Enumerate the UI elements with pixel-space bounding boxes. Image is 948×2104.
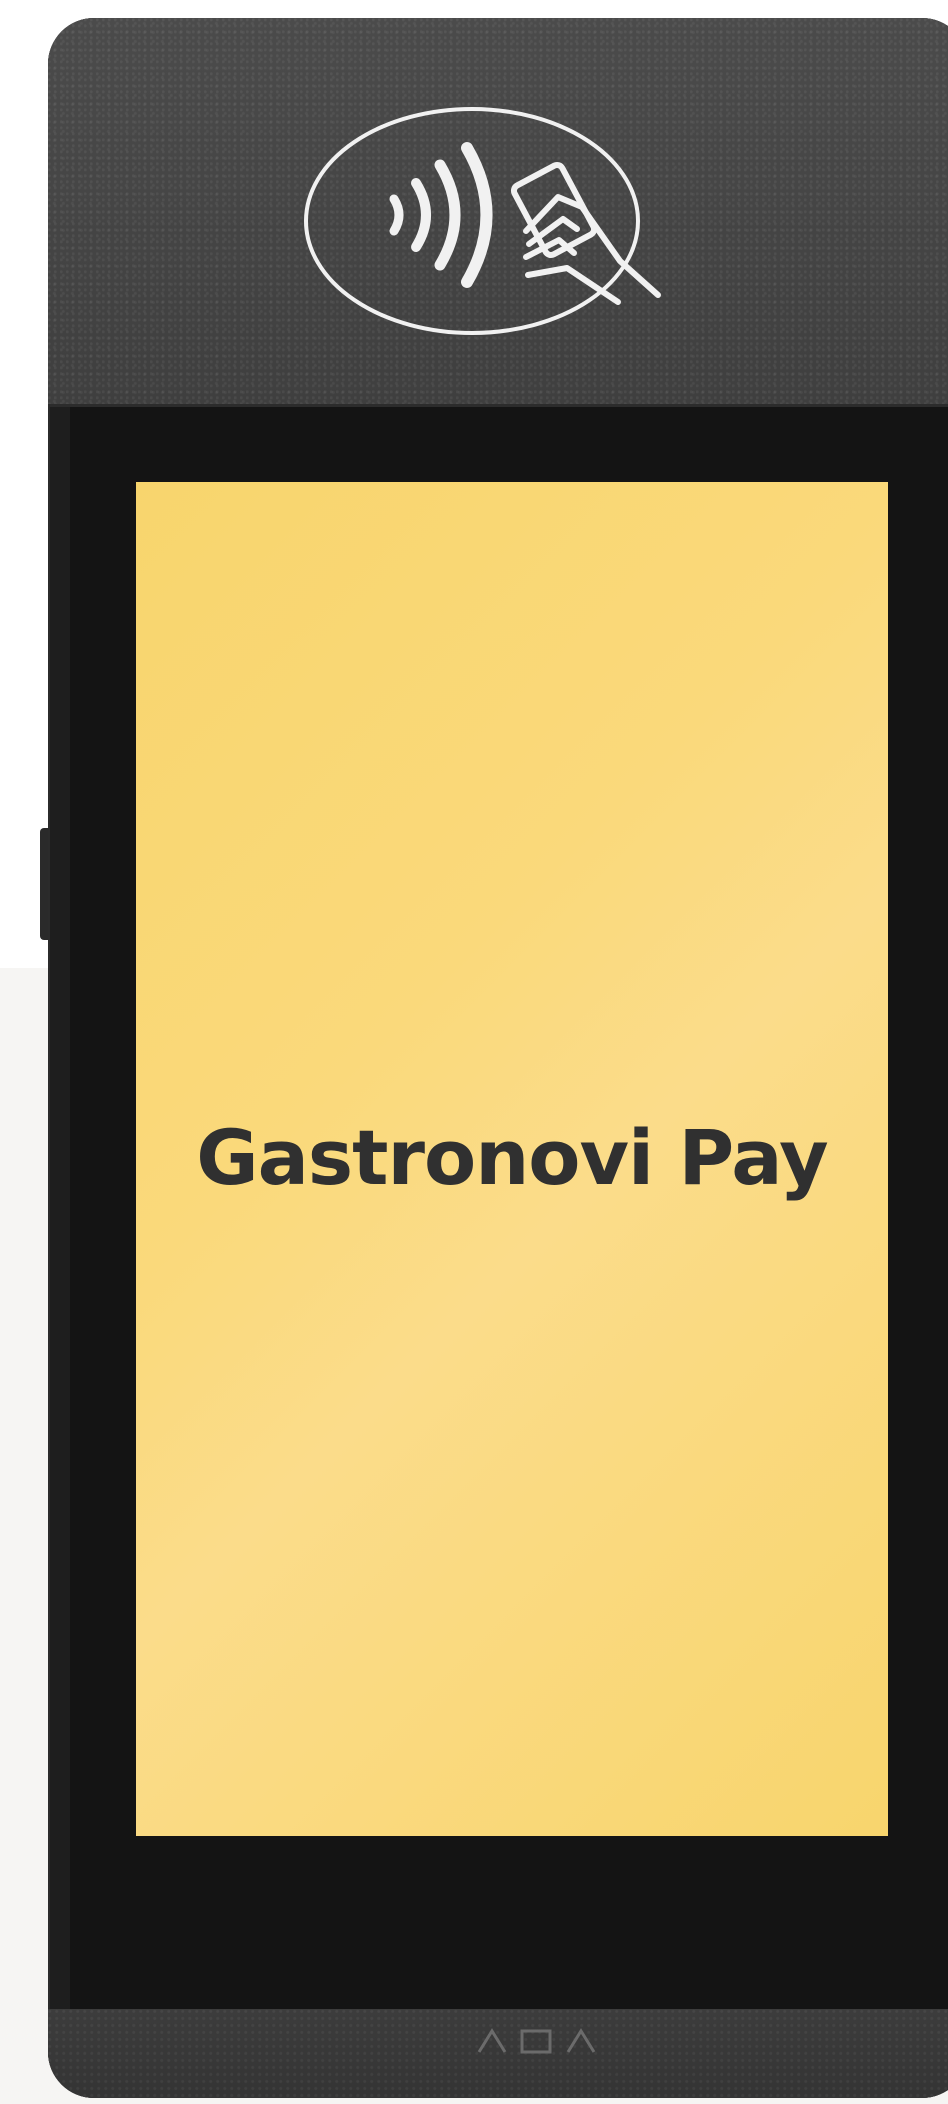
terminal-bottom-edge (48, 2009, 948, 2098)
port-icon (477, 2028, 596, 2054)
contactless-card-tap-icon (304, 107, 661, 335)
product-image: Gastronovi Pay (0, 0, 948, 2104)
contactless-reader-area (48, 18, 948, 407)
screen-title: Gastronovi Pay (196, 1112, 828, 1202)
terminal-screen: Gastronovi Pay (136, 482, 888, 1836)
